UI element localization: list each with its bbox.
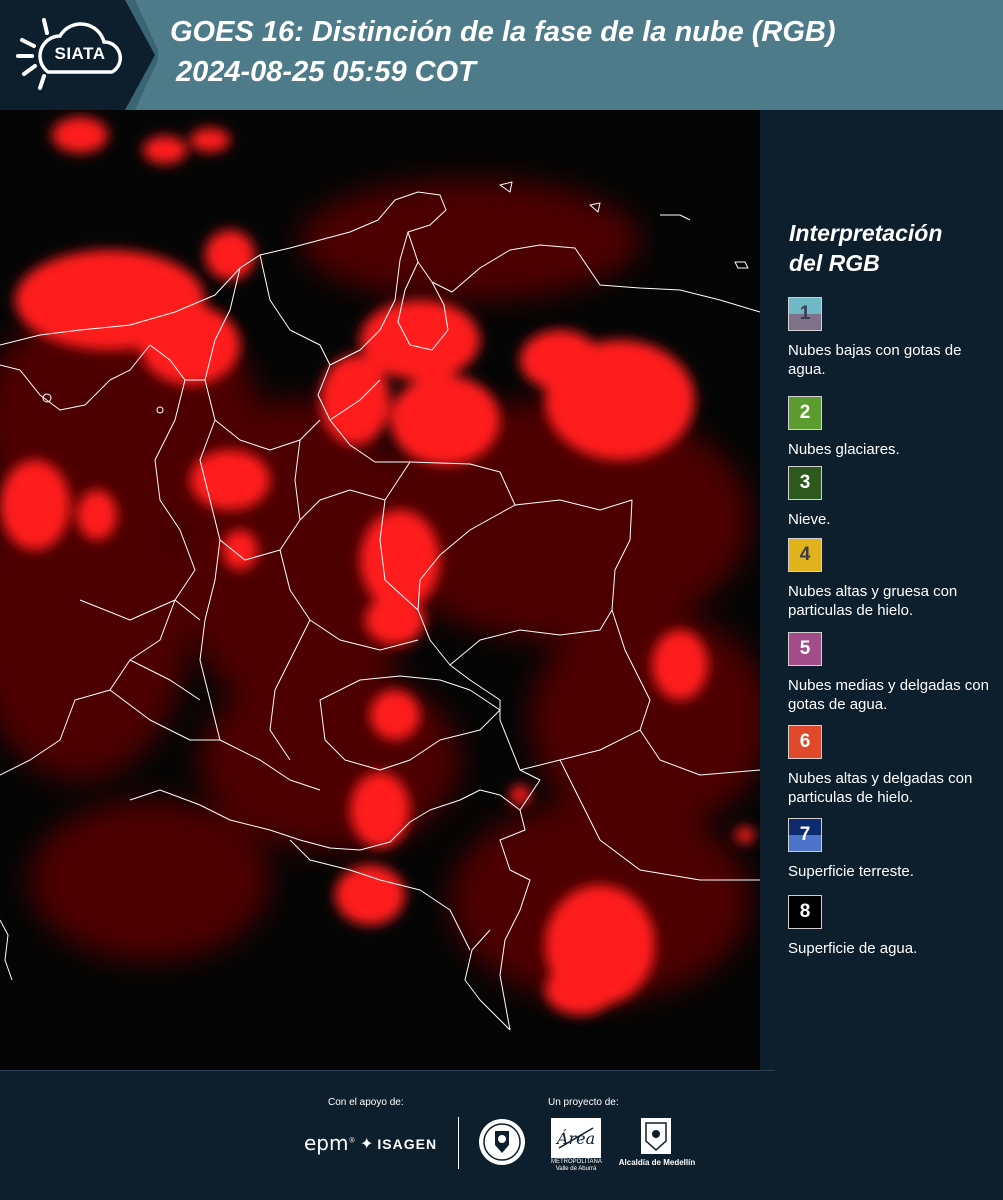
- legend-item-7: 7 Superficie terreste.: [788, 818, 998, 881]
- legend-item-8: 8 Superficie de agua.: [788, 895, 998, 958]
- amva-line2: Valle de Aburrá: [555, 1166, 597, 1172]
- legend-label-6: Nubes altas y delgadas con particulas de…: [788, 770, 973, 806]
- legend-label-8: Superficie de agua.: [788, 940, 918, 957]
- siata-logo: SIATA: [0, 0, 160, 110]
- legend-number-6: 6: [799, 731, 811, 752]
- legend-label-4: Nubes altas y gruesa con particulas de h…: [788, 583, 958, 619]
- legend-label-1: Nubes bajas con gotas de agua.: [788, 342, 962, 378]
- legend-item-2: 2 Nubes glaciares.: [788, 396, 998, 459]
- legend-label-3: Nieve.: [788, 511, 831, 528]
- footer-divider-line: [0, 1070, 775, 1071]
- legend-title-line2: del RGB: [789, 250, 880, 276]
- siata-logo-text: SIATA: [54, 44, 106, 63]
- legend-label-7: Superficie terreste.: [788, 863, 914, 880]
- legend-swatch-4: 4: [788, 538, 822, 572]
- legend-label-5: Nubes medias y delgadas con gotas de agu…: [788, 677, 989, 713]
- legend-title: Interpretación del RGB: [789, 218, 999, 278]
- legend-number-5: 5: [799, 638, 811, 659]
- footer-vertical-divider: [458, 1117, 459, 1169]
- legend-item-1: 1 Nubes bajas con gotas de agua.: [788, 297, 998, 379]
- amva-logo: Área: [551, 1118, 601, 1158]
- legend-number-7: 7: [799, 824, 811, 845]
- legend-number-3: 3: [799, 472, 811, 493]
- timestamp: 2024-08-25 05:59 COT: [176, 56, 476, 88]
- legend-number-1: 1: [799, 303, 811, 324]
- legend-swatch-7: 7: [788, 818, 822, 852]
- medellin-shield-icon: [641, 1118, 671, 1154]
- legend-item-4: 4 Nubes altas y gruesa con particulas de…: [788, 538, 998, 620]
- legend-swatch-8: 8: [788, 895, 822, 929]
- legend-item-5: 5 Nubes medias y delgadas con gotas de a…: [788, 632, 998, 714]
- legend-panel: Interpretación del RGB 1 Nubes bajas con…: [775, 110, 1003, 1070]
- legend-swatch-3: 3: [788, 466, 822, 500]
- legend-swatch-6: 6: [788, 725, 822, 759]
- legend-item-3: 3 Nieve.: [788, 466, 998, 529]
- support-label: Con el apoyo de:: [328, 1097, 404, 1108]
- header-bar: SIATA GOES 16: Distinción de la fase de …: [0, 0, 1003, 110]
- legend-swatch-1: 1: [788, 297, 822, 331]
- legend-item-6: 6 Nubes altas y delgadas con particulas …: [788, 725, 998, 807]
- seal-logo: [479, 1119, 525, 1165]
- legend-swatch-2: 2: [788, 396, 822, 430]
- legend-swatch-5: 5: [788, 632, 822, 666]
- project-label: Un proyecto de:: [548, 1097, 619, 1108]
- legend-number-8: 8: [799, 901, 811, 922]
- legend-number-4: 4: [799, 544, 811, 565]
- medellin-text: Alcaldía de Medellín: [618, 1158, 696, 1167]
- legend-number-2: 2: [799, 402, 811, 423]
- satellite-map: [0, 110, 760, 1070]
- page-title: GOES 16: Distinción de la fase de la nub…: [170, 16, 836, 48]
- footer: Con el apoyo de: Un proyecto de: epm® ✦ I…: [0, 1070, 1003, 1200]
- isagen-logo: ✦ ISAGEN: [360, 1134, 437, 1154]
- epm-logo-text: epm: [304, 1131, 349, 1155]
- isagen-logo-text: ISAGEN: [377, 1136, 438, 1152]
- legend-title-line1: Interpretación: [789, 220, 943, 246]
- isagen-star-icon: ✦: [360, 1136, 375, 1153]
- legend-label-2: Nubes glaciares.: [788, 441, 900, 458]
- amva-text: METROPOLITANA Valle de Aburrá: [551, 1159, 602, 1173]
- epm-logo: epm®: [304, 1131, 356, 1155]
- amva-line1: METROPOLITANA: [551, 1159, 602, 1165]
